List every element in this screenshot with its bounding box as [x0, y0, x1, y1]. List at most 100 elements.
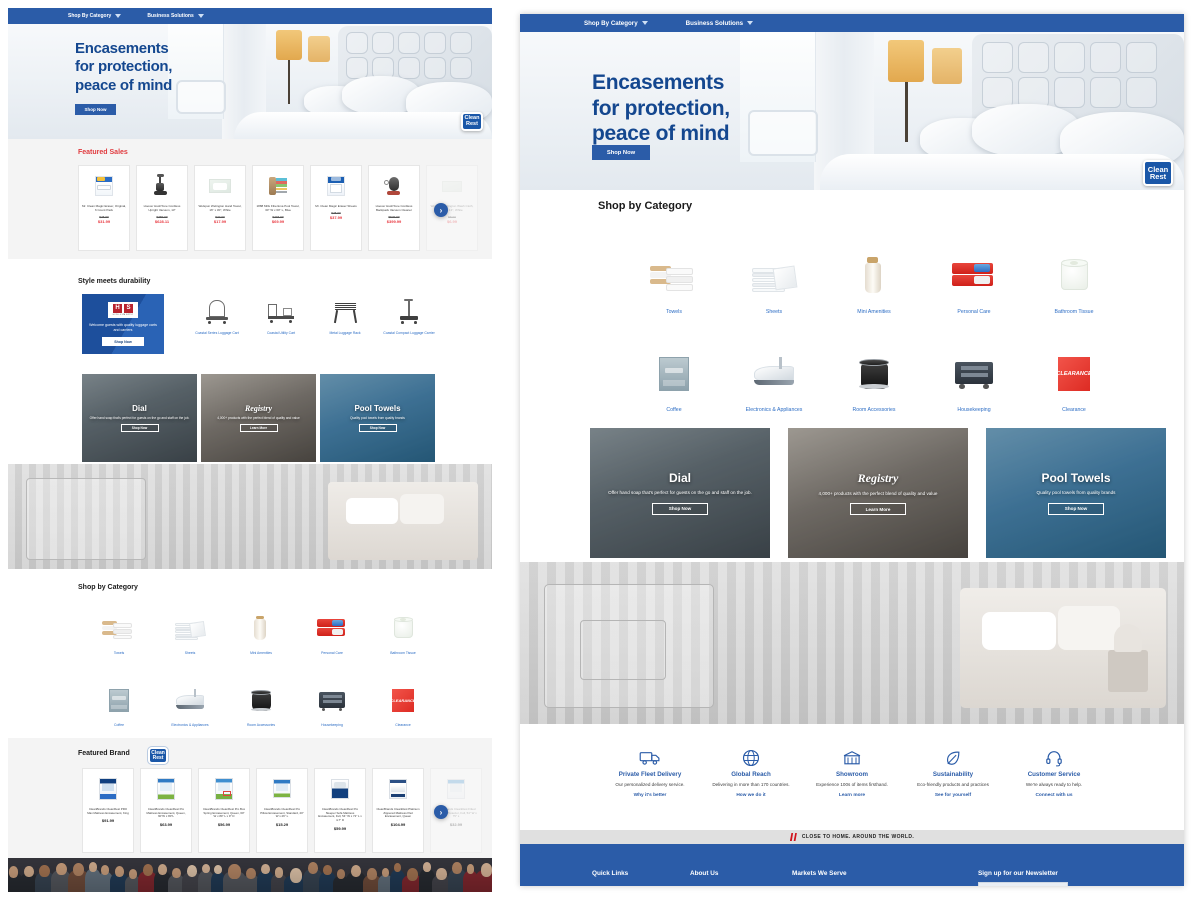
benefit-link[interactable]: Connect with us [1035, 793, 1072, 798]
product-card[interactable]: 1888 Mills Fiberlona Pool Towel, 30" W x… [252, 165, 304, 251]
category-label: Sheets [765, 309, 783, 315]
left-top-navigation[interactable]: Shop By Category Business Solutions [8, 8, 492, 24]
luggage-promo-button[interactable]: Shop Now [102, 337, 144, 347]
product-name: CleanBrands CleanRest Pro Pillow Encasem… [260, 807, 304, 819]
luggage-item-3[interactable]: Coastal Compact Luggage Carrier [378, 296, 440, 336]
product-card[interactable]: CleanBrands CleanRest Pro Mattress Encas… [140, 768, 192, 853]
category-tile-personal-care[interactable]: Personal Care [301, 608, 363, 655]
category-tile-coffee[interactable]: Coffee [88, 680, 150, 727]
footer-column-newsletter[interactable]: Sign up for our Newsletter [978, 870, 1058, 877]
right-top-navigation[interactable]: Shop By Category Business Solutions [520, 14, 1184, 32]
product-card[interactable]: Hoover HushTone Cordless Backpack Vacuum… [368, 165, 420, 251]
footer-column-markets-we-serve[interactable]: Markets We Serve [792, 870, 847, 877]
footer-column-about-us[interactable]: About Us [690, 870, 718, 877]
luggage-item-1[interactable]: Coastal Utility Cart [250, 296, 312, 336]
benefit-link[interactable]: How we do it [736, 793, 765, 798]
product-card[interactable]: Mr. Clean Magic Eraser, Original, 6 Coun… [78, 165, 130, 251]
promo-tile-0[interactable]: Dial Offer hand soap that's perfect for g… [82, 374, 197, 462]
product-card[interactable]: CleanBrands CleanRest Pro Sleeper Sofa M… [314, 768, 366, 853]
category-tile-bathroom-tissue[interactable]: Bathroom Tissue [372, 608, 434, 655]
category-tile-bathroom-tissue[interactable]: Bathroom Tissue [1030, 246, 1118, 315]
promo-button[interactable]: Shop Now [652, 502, 708, 515]
promo-tile-0[interactable]: Dial Offer hand soap that's perfect for g… [590, 428, 770, 558]
category-tile-towels[interactable]: Towels [630, 246, 718, 315]
promo-button[interactable]: Shop Now [358, 424, 397, 433]
benefit-customer-service[interactable]: Customer Service We're always ready to he… [1004, 749, 1104, 798]
button-label: Shop Now [131, 426, 148, 431]
category-tile-sheets[interactable]: Sheets [159, 608, 221, 655]
featured-brand-next-arrow[interactable]: › [434, 805, 448, 819]
benefit-showroom[interactable]: Showroom Experience 100s of items firstha… [802, 749, 902, 798]
promo-tile-1[interactable]: Registry 4,000+ products with the perfect… [201, 374, 316, 462]
category-tile-housekeeping[interactable]: Housekeeping [930, 344, 1018, 413]
iron-icon [747, 344, 801, 402]
promo-button[interactable]: Learn More [850, 503, 906, 516]
category-tile-coffee[interactable]: Coffee [630, 344, 718, 413]
benefit-private-fleet-delivery[interactable]: Private Fleet Delivery Our personalized d… [600, 749, 700, 798]
product-image [430, 169, 474, 203]
product-card[interactable]: CleanBrands CleanRest PRO Max Mattress E… [82, 768, 134, 853]
category-tile-electronics-appliances[interactable]: Electronics & Appliances [730, 344, 818, 413]
promo-tile-2[interactable]: Pool Towels Quality pool towels from qual… [320, 374, 435, 462]
nav-item-shop-by-category[interactable]: Shop By Category [68, 13, 122, 19]
product-card[interactable]: Mr. Clean Magic Eraser Sheets $45.99 $37.9… [310, 165, 362, 251]
product-card[interactable]: CleanBrands CleanRest Platinum Zippered … [372, 768, 424, 853]
clearance-tag-icon: CLEARANCE [384, 680, 422, 720]
product-name: CleanBrands CleanRest Pro Sleeper Sofa M… [318, 807, 362, 822]
benefit-link[interactable]: Learn more [839, 793, 865, 798]
product-card[interactable]: CleanBrands CleanRest Pro Pillow Encasem… [256, 768, 308, 853]
nav-item-shop-by-category[interactable]: Shop By Category [584, 20, 648, 27]
headset-icon [1045, 749, 1063, 767]
footer-column-label: Markets We Serve [792, 870, 847, 877]
product-image [82, 169, 126, 203]
luggage-item-0[interactable]: Coastal Series Luggage Cart [186, 296, 248, 336]
category-tile-mini-amenities[interactable]: Mini Amenities [830, 246, 918, 315]
category-label: Bathroom Tissue [1054, 309, 1094, 315]
ice-bucket-icon [847, 344, 901, 402]
category-tile-personal-care[interactable]: Personal Care [930, 246, 1018, 315]
category-tile-clearance[interactable]: CLEARANCE Clearance [372, 680, 434, 727]
product-image [202, 772, 246, 806]
promo-tile-2[interactable]: Pool Towels Quality pool towels from qual… [986, 428, 1166, 558]
newsletter-email-input[interactable] [978, 882, 1068, 886]
featured-sales-carousel[interactable]: Mr. Clean Magic Eraser, Original, 6 Coun… [78, 165, 492, 251]
category-tile-housekeeping[interactable]: Housekeeping [301, 680, 363, 727]
category-tile-mini-amenities[interactable]: Mini Amenities [230, 608, 292, 655]
featured-brand-carousel[interactable]: CleanBrands CleanRest PRO Max Mattress E… [82, 768, 492, 853]
product-card[interactable]: CleanBrands CleanRest Pro Box Spring Enc… [198, 768, 250, 853]
product-card[interactable]: Welspun Welington Hand Towel, 16" x 30",… [194, 165, 246, 251]
nav-item-business-solutions[interactable]: Business Solutions [147, 13, 204, 19]
promo-button[interactable]: Shop Now [1048, 502, 1104, 515]
product-image [372, 169, 416, 203]
close-to-home-strip: CLOSE TO HOME. AROUND THE WORLD. [520, 830, 1184, 844]
category-label: Towels [113, 651, 125, 655]
promo-tile-1[interactable]: Registry 4,000+ products with the perfect… [788, 428, 968, 558]
category-tile-room-accessories[interactable]: Room Accessories [230, 680, 292, 727]
benefit-sustainability[interactable]: Sustainability Eco-friendly products and … [903, 749, 1003, 798]
product-sale-price: $6.99 [446, 219, 457, 224]
promo-button[interactable]: Learn More [239, 424, 278, 433]
featured-sales-next-arrow[interactable]: › [434, 203, 448, 217]
footer-column-quick-links[interactable]: Quick Links [592, 870, 628, 877]
benefit-link[interactable]: Why it's better [634, 793, 667, 798]
hero-line-2: for protection, [75, 58, 173, 76]
nav-item-business-solutions[interactable]: Business Solutions [686, 20, 754, 27]
category-tile-room-accessories[interactable]: Room Accessories [830, 344, 918, 413]
product-sale-price: $37.99 [329, 215, 343, 221]
category-tile-sheets[interactable]: Sheets [730, 246, 818, 315]
hero-shop-now-button[interactable]: Shop Now [75, 104, 116, 115]
luggage-promo-card[interactable]: H S HOTEL & SPA SUPPLY Welcome guests wi… [82, 294, 164, 354]
benefit-global-reach[interactable]: Global Reach Delivering in more than 170 … [701, 749, 801, 798]
category-tile-towels[interactable]: Towels [88, 608, 150, 655]
hero-line-3: peace of mind [75, 76, 172, 94]
category-tile-electronics-appliances[interactable]: Electronics & Appliances [159, 680, 221, 727]
clearance-label: CLEARANCE [1056, 370, 1092, 377]
coffee-bag-icon [647, 344, 701, 402]
category-label: Personal Care [957, 309, 991, 315]
hero-shop-now-button[interactable]: Shop Now [592, 145, 650, 160]
product-card[interactable]: Hoover HushTone Cordless Upright Vacuum,… [136, 165, 188, 251]
luggage-item-2[interactable]: Metal Luggage Rack [314, 296, 376, 336]
category-tile-clearance[interactable]: CLEARANCE Clearance [1030, 344, 1118, 413]
benefit-link[interactable]: See for yourself [935, 793, 971, 798]
promo-button[interactable]: Shop Now [120, 424, 159, 433]
